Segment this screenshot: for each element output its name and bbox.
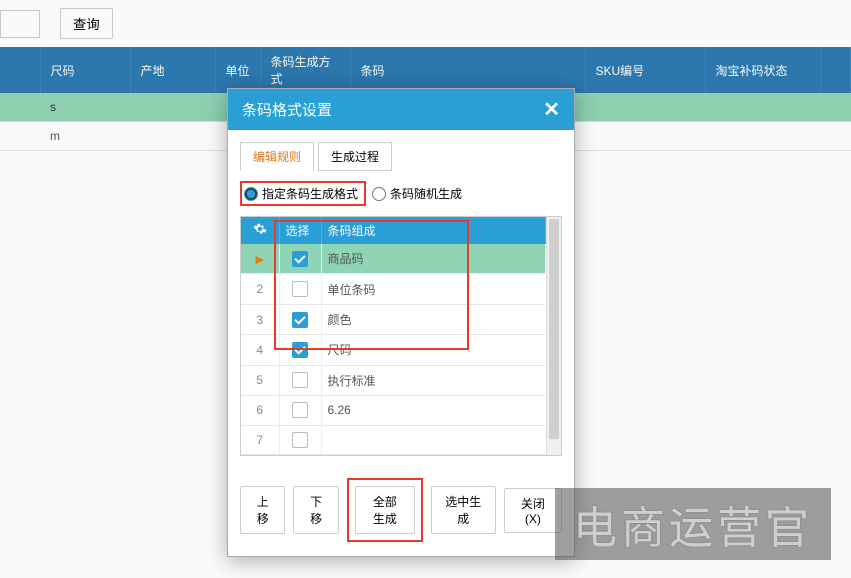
row-index: 2: [241, 274, 279, 304]
row-index: ▶: [241, 244, 279, 274]
component-row[interactable]: 7: [241, 425, 545, 454]
row-checkbox[interactable]: [292, 372, 308, 388]
generate-all-button[interactable]: 全部生成: [355, 486, 415, 534]
row-index: 3: [241, 304, 279, 334]
row-checkbox-cell[interactable]: [279, 365, 321, 395]
row-index: 7: [241, 425, 279, 454]
inner-scrollbar[interactable]: [546, 217, 561, 455]
col-component[interactable]: 条码组成: [321, 217, 545, 244]
row-checkbox[interactable]: [292, 251, 308, 267]
radio-format-text: 指定条码生成格式: [262, 185, 358, 202]
barcode-format-modal: 条码格式设置 ✕ 编辑规则 生成过程 指定条码生成格式 条码随机生成: [227, 88, 575, 557]
gear-icon: [253, 222, 267, 236]
component-row[interactable]: 2 单位条码: [241, 274, 545, 304]
row-label: 商品码: [321, 244, 545, 274]
row-index: 5: [241, 365, 279, 395]
tab-edit-rule[interactable]: 编辑规则: [240, 142, 314, 171]
row-checkbox[interactable]: [292, 312, 308, 328]
generate-selected-button[interactable]: 选中生成: [431, 486, 496, 534]
radio-format-label[interactable]: 指定条码生成格式: [244, 185, 358, 202]
move-down-button[interactable]: 下移: [293, 486, 338, 534]
row-label: [321, 425, 545, 454]
row-label: 颜色: [321, 304, 545, 334]
row-checkbox-cell[interactable]: [279, 335, 321, 365]
row-checkbox-cell[interactable]: [279, 274, 321, 304]
scroll-thumb[interactable]: [549, 219, 559, 439]
modal-title: 条码格式设置: [242, 99, 332, 120]
row-checkbox-cell[interactable]: [279, 304, 321, 334]
radio-random-label[interactable]: 条码随机生成: [372, 185, 462, 202]
component-row[interactable]: 66.26: [241, 396, 545, 425]
row-label: 尺码: [321, 335, 545, 365]
row-checkbox[interactable]: [292, 281, 308, 297]
current-row-arrow-icon: ▶: [256, 254, 264, 266]
row-checkbox-cell[interactable]: [279, 425, 321, 454]
row-index: 4: [241, 335, 279, 365]
tab-gen-process[interactable]: 生成过程: [318, 142, 392, 171]
component-table: 选择 条码组成 ▶商品码2单位条码3颜色4尺码5执行标准66.267: [241, 217, 546, 455]
radio-random[interactable]: [372, 187, 386, 201]
row-checkbox[interactable]: [292, 342, 308, 358]
gear-header[interactable]: [241, 217, 279, 244]
close-icon[interactable]: ✕: [543, 100, 560, 120]
radio-format[interactable]: [244, 187, 258, 201]
row-label: 6.26: [321, 396, 545, 425]
row-label: 执行标准: [321, 365, 545, 395]
row-checkbox-cell[interactable]: [279, 244, 321, 274]
row-label: 单位条码: [321, 274, 545, 304]
component-row[interactable]: ▶ 商品码: [241, 244, 545, 274]
move-up-button[interactable]: 上移: [240, 486, 285, 534]
component-row[interactable]: 3 颜色: [241, 304, 545, 334]
row-index: 6: [241, 396, 279, 425]
col-select[interactable]: 选择: [279, 217, 321, 244]
row-checkbox[interactable]: [292, 432, 308, 448]
component-row[interactable]: 4 尺码: [241, 335, 545, 365]
close-button[interactable]: 关闭(X): [504, 488, 562, 533]
component-row[interactable]: 5 执行标准: [241, 365, 545, 395]
row-checkbox-cell[interactable]: [279, 396, 321, 425]
row-checkbox[interactable]: [292, 402, 308, 418]
radio-random-text: 条码随机生成: [390, 185, 462, 202]
